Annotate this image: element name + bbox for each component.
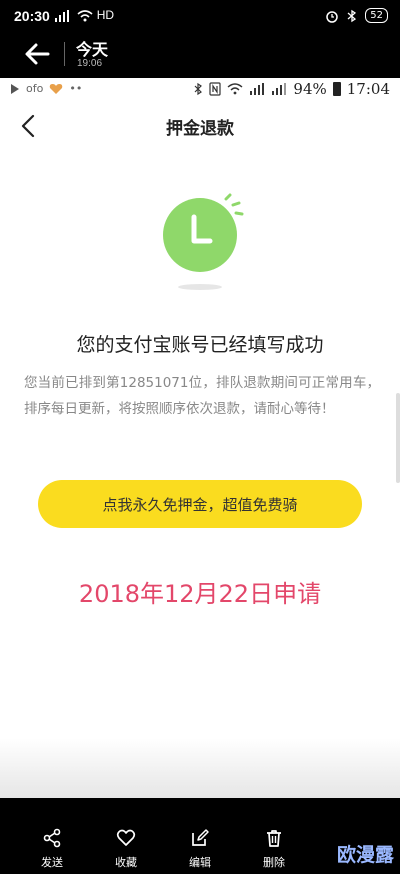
queue-description: 您当前已排到第12851071位，排队退款期间可正常用车，排序每日更新，将按照顺… bbox=[24, 375, 380, 417]
bluetooth-icon bbox=[347, 9, 357, 22]
heart-icon bbox=[116, 829, 136, 846]
bottom-fade bbox=[0, 738, 400, 798]
header-divider bbox=[64, 42, 65, 66]
wifi-icon bbox=[227, 83, 243, 95]
alarm-icon bbox=[326, 10, 339, 23]
nfc-icon bbox=[209, 82, 222, 96]
back-arrow-icon[interactable] bbox=[24, 42, 50, 66]
heart-pulse-icon bbox=[50, 83, 63, 94]
viewer-header: 今天 19:06 bbox=[0, 32, 400, 76]
signal-icon bbox=[55, 9, 69, 22]
edit-button[interactable]: 编辑 bbox=[163, 798, 237, 874]
inner-status-bar: ofo •• 94% 17:04 bbox=[0, 78, 400, 102]
watermark-text: 欧漫露 bbox=[336, 844, 394, 866]
favorite-button[interactable]: 收藏 bbox=[89, 798, 163, 874]
inner-status-time: 17:04 bbox=[346, 80, 390, 98]
trash-icon bbox=[267, 830, 281, 847]
edit-label: 编辑 bbox=[189, 856, 211, 869]
gallery-viewer: 20:30 HD 52 今天 19:06 ofo •• 94% 17:04 押金… bbox=[0, 0, 400, 874]
delete-button[interactable]: 删除 bbox=[237, 798, 311, 874]
success-headline: 您的支付宝账号已经填写成功 bbox=[76, 334, 324, 356]
ofo-app-label: ofo bbox=[26, 82, 44, 95]
page-title: 押金退款 bbox=[166, 119, 234, 139]
battery-icon bbox=[332, 82, 341, 96]
send-label: 发送 bbox=[41, 856, 63, 869]
viewer-subtitle: 19:06 bbox=[77, 58, 103, 69]
share-icon bbox=[43, 828, 61, 848]
more-dots-icon: •• bbox=[69, 82, 83, 95]
app-header: 押金退款 bbox=[0, 108, 400, 144]
battery-indicator: 52 bbox=[365, 8, 388, 23]
battery-percent: 94% bbox=[293, 80, 327, 98]
status-network: HD bbox=[54, 8, 114, 22]
status-time: 20:30 bbox=[14, 8, 50, 24]
system-status-bar: 20:30 HD 52 bbox=[0, 0, 400, 32]
delete-label: 删除 bbox=[263, 856, 285, 869]
free-deposit-button[interactable]: 点我永久免押金，超值免费骑 bbox=[38, 480, 362, 528]
favorite-label: 收藏 bbox=[115, 856, 137, 869]
send-button[interactable]: 发送 bbox=[15, 798, 89, 874]
viewer-title: 今天 bbox=[76, 40, 109, 59]
edit-icon bbox=[192, 829, 209, 846]
inner-status-left: ofo •• bbox=[10, 82, 82, 95]
signal-2-icon bbox=[272, 83, 287, 95]
inner-status-right: 94% 17:04 bbox=[193, 80, 390, 98]
screenshot-image: ofo •• 94% 17:04 押金退款 您的支付宝账号已经填写成功 您当前已… bbox=[0, 78, 400, 798]
bluetooth-icon bbox=[194, 82, 203, 96]
clock-icon bbox=[163, 193, 244, 290]
scroll-indicator bbox=[396, 393, 400, 483]
status-right-icons: 52 bbox=[325, 8, 388, 23]
application-date: 2018年12月22日申请 bbox=[78, 580, 322, 608]
signal-icon bbox=[250, 83, 265, 95]
play-icon bbox=[11, 83, 19, 94]
wifi-icon bbox=[77, 10, 93, 22]
status-network-label: HD bbox=[96, 8, 115, 22]
